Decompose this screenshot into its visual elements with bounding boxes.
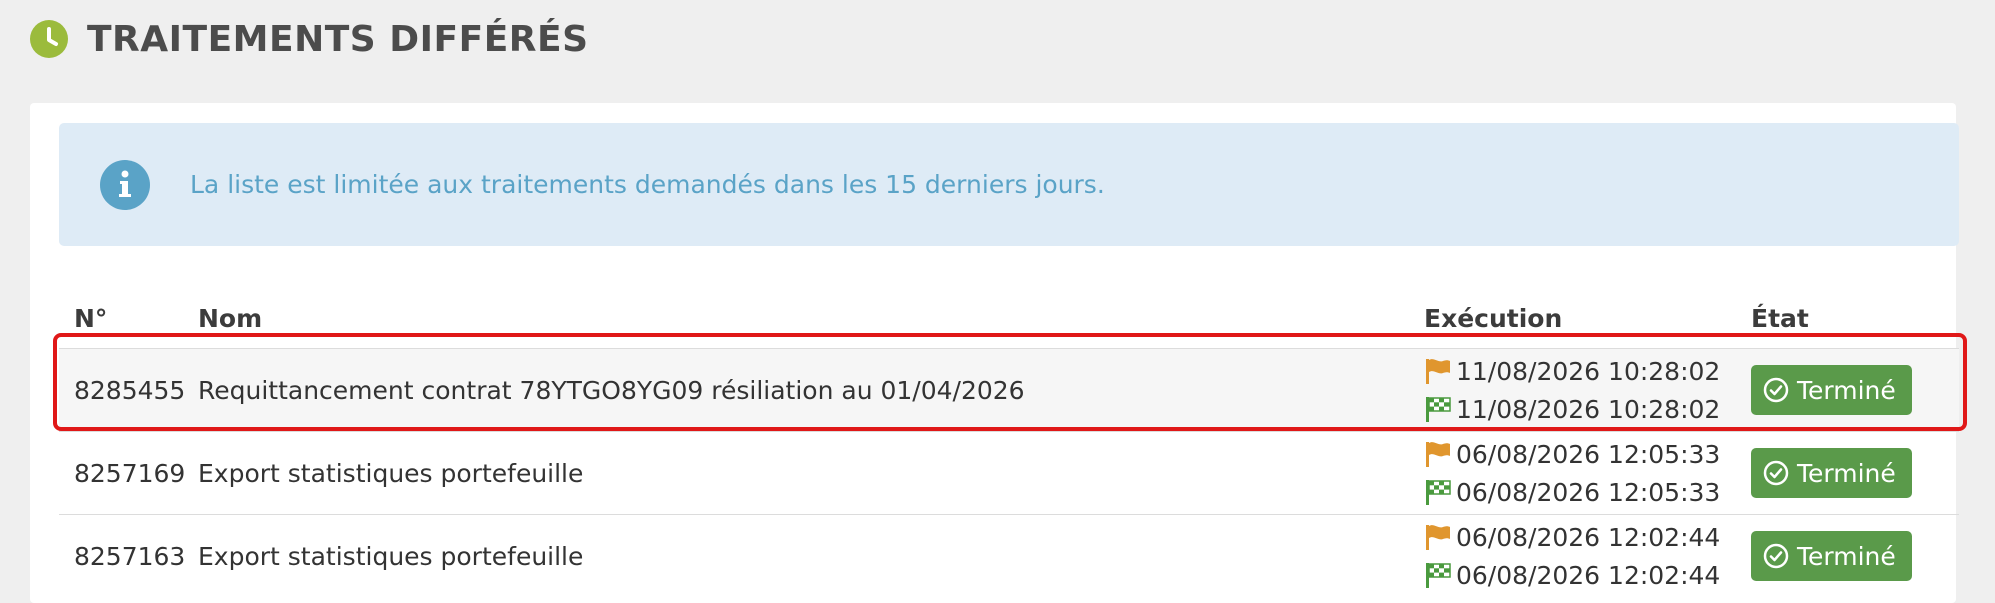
start-line: 06/08/2026 12:02:44 xyxy=(1424,518,1751,556)
checkered-flag-icon xyxy=(1426,396,1451,422)
column-header-status[interactable]: État xyxy=(1751,304,1959,333)
column-header-execution[interactable]: Exécution xyxy=(1424,304,1751,333)
check-circle-icon xyxy=(1763,377,1789,403)
flag-icon xyxy=(1426,524,1450,550)
job-name: Export statistiques portefeuille xyxy=(198,541,584,571)
column-header-name[interactable]: Nom xyxy=(198,304,1424,333)
flag-icon xyxy=(1426,441,1450,467)
end-time: 06/08/2026 12:02:44 xyxy=(1456,560,1721,590)
jobs-table: N° Nom Exécution État 8285455 Requittanc… xyxy=(59,288,1959,597)
start-time: 06/08/2026 12:05:33 xyxy=(1456,439,1721,469)
flag-icon xyxy=(1426,358,1450,384)
content-panel: La liste est limitée aux traitements dem… xyxy=(30,103,1959,603)
info-alert: La liste est limitée aux traitements dem… xyxy=(59,123,1959,246)
start-line: 06/08/2026 12:05:33 xyxy=(1424,435,1751,473)
execution-times: 06/08/2026 12:02:44 06/08/2026 12:02:44 xyxy=(1424,518,1751,594)
execution-times: 06/08/2026 12:05:33 06/08/2026 12:05:33 xyxy=(1424,435,1751,511)
job-name: Export statistiques portefeuille xyxy=(198,458,584,488)
job-number: 8285455 xyxy=(74,375,186,405)
page-header: TRAITEMENTS DIFFÉRÉS xyxy=(30,14,589,64)
table-body: 8285455 Requittancement contrat 78YTGO8Y… xyxy=(59,348,1959,597)
status-label: Terminé xyxy=(1797,541,1896,571)
end-line: 11/08/2026 10:28:02 xyxy=(1424,390,1751,428)
table-header: N° Nom Exécution État xyxy=(59,288,1959,348)
clock-icon xyxy=(30,20,68,58)
table-row[interactable]: 8285455 Requittancement contrat 78YTGO8Y… xyxy=(59,348,1959,431)
checkered-flag-icon xyxy=(1426,479,1451,505)
status-label: Terminé xyxy=(1797,375,1896,405)
start-time: 06/08/2026 12:02:44 xyxy=(1456,522,1721,552)
check-circle-icon xyxy=(1763,460,1789,486)
job-number: 8257163 xyxy=(74,541,186,571)
start-time: 11/08/2026 10:28:02 xyxy=(1456,356,1721,386)
end-time: 11/08/2026 10:28:02 xyxy=(1456,394,1721,424)
end-line: 06/08/2026 12:05:33 xyxy=(1424,473,1751,511)
status-cell: Terminé xyxy=(1751,531,1959,581)
page-title: TRAITEMENTS DIFFÉRÉS xyxy=(87,18,589,60)
alert-text: La liste est limitée aux traitements dem… xyxy=(190,170,1105,199)
check-circle-icon xyxy=(1763,543,1789,569)
status-cell: Terminé xyxy=(1751,448,1959,498)
checkered-flag-icon xyxy=(1426,562,1451,588)
start-line: 11/08/2026 10:28:02 xyxy=(1424,352,1751,390)
status-badge[interactable]: Terminé xyxy=(1751,448,1912,498)
table-row[interactable]: 8257169 Export statistiques portefeuille… xyxy=(59,431,1959,514)
column-header-num[interactable]: N° xyxy=(59,304,198,333)
status-badge[interactable]: Terminé xyxy=(1751,531,1912,581)
job-number: 8257169 xyxy=(74,458,186,488)
table-row[interactable]: 8257163 Export statistiques portefeuille… xyxy=(59,514,1959,597)
end-line: 06/08/2026 12:02:44 xyxy=(1424,556,1751,594)
status-badge[interactable]: Terminé xyxy=(1751,365,1912,415)
status-cell: Terminé xyxy=(1751,365,1959,415)
job-name: Requittancement contrat 78YTGO8YG09 rési… xyxy=(198,375,1025,405)
execution-times: 11/08/2026 10:28:02 11/08/2026 10:28:02 xyxy=(1424,352,1751,428)
end-time: 06/08/2026 12:05:33 xyxy=(1456,477,1721,507)
info-icon xyxy=(100,159,150,210)
status-label: Terminé xyxy=(1797,458,1896,488)
